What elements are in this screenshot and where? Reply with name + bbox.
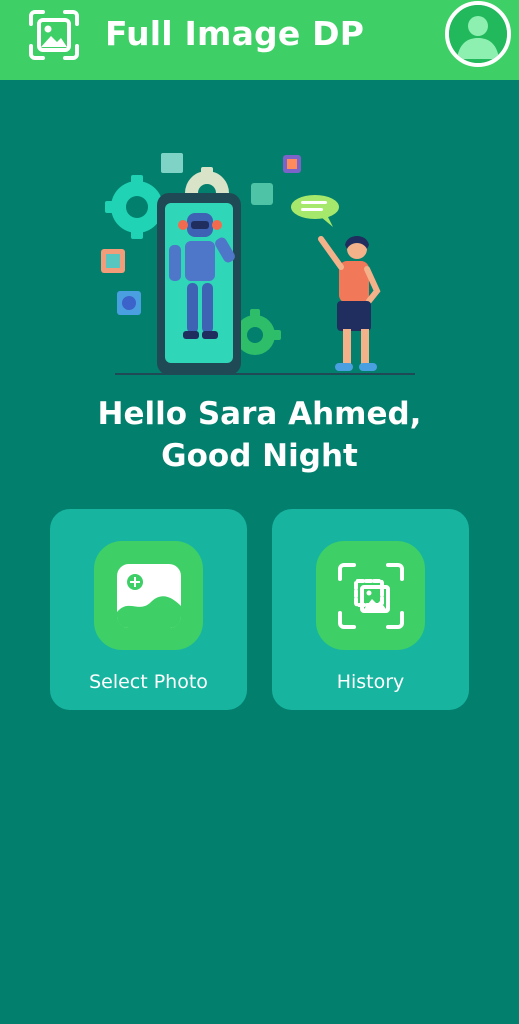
greeting-line-1: Hello Sara Ahmed,	[97, 396, 422, 432]
add-photo-icon	[116, 563, 181, 628]
robot-and-boy-illustration	[101, 153, 415, 375]
greeting-line-2: Good Night	[161, 438, 358, 474]
greeting: Hello Sara Ahmed, Good Night	[0, 393, 519, 477]
user-avatar-icon[interactable]	[445, 1, 511, 67]
select-photo-button[interactable]: Select Photo	[50, 509, 247, 710]
scan-image-icon	[337, 562, 404, 629]
image-scan-icon	[29, 10, 79, 60]
app-title: Full Image DP	[105, 14, 365, 53]
history-button[interactable]: History	[272, 509, 469, 710]
select-photo-icon-tile	[94, 541, 203, 650]
app-bar: Full Image DP	[0, 0, 519, 80]
select-photo-label: Select Photo	[89, 671, 208, 693]
history-label: History	[336, 671, 405, 693]
history-icon-tile	[316, 541, 425, 650]
